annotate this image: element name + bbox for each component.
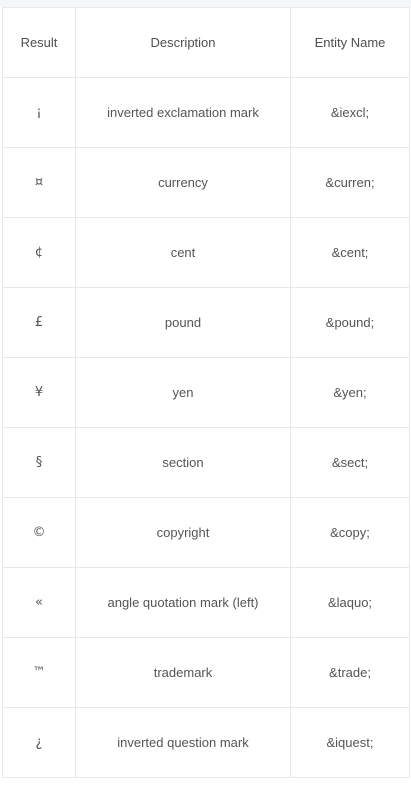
cell-result: « <box>2 567 76 638</box>
cell-result: § <box>2 427 76 498</box>
cell-description: pound <box>75 287 291 358</box>
cell-result: © <box>2 497 76 568</box>
cell-entity-name: &pound; <box>290 287 410 358</box>
table-row: § section &sect; <box>2 427 410 498</box>
header-description: Description <box>75 7 291 78</box>
table-row: ¢ cent &cent; <box>2 217 410 288</box>
cell-description: cent <box>75 217 291 288</box>
cell-description: section <box>75 427 291 498</box>
table-row: ™ trademark &trade; <box>2 637 410 708</box>
cell-description: copyright <box>75 497 291 568</box>
cell-result: ™ <box>2 637 76 708</box>
header-entity-name: Entity Name <box>290 7 410 78</box>
cell-entity-name: &copy; <box>290 497 410 568</box>
cell-description: yen <box>75 357 291 428</box>
top-strip <box>0 0 411 7</box>
table-row: « angle quotation mark (left) &laquo; <box>2 567 410 638</box>
page: Result Description Entity Name ¡ inverte… <box>0 0 411 795</box>
cell-entity-name: &sect; <box>290 427 410 498</box>
cell-entity-name: &iquest; <box>290 707 410 778</box>
cell-entity-name: &curren; <box>290 147 410 218</box>
cell-entity-name: &cent; <box>290 217 410 288</box>
table-header-row: Result Description Entity Name <box>2 7 410 78</box>
cell-description: trademark <box>75 637 291 708</box>
cell-description: angle quotation mark (left) <box>75 567 291 638</box>
cell-entity-name: &laquo; <box>290 567 410 638</box>
cell-description: inverted exclamation mark <box>75 77 291 148</box>
cell-result: ¢ <box>2 217 76 288</box>
table-row: ¤ currency &curren; <box>2 147 410 218</box>
header-result: Result <box>2 7 76 78</box>
cell-result: ¡ <box>2 77 76 148</box>
cell-description: inverted question mark <box>75 707 291 778</box>
cell-result: ¿ <box>2 707 76 778</box>
cell-entity-name: &yen; <box>290 357 410 428</box>
table-row: ¿ inverted question mark &iquest; <box>2 707 410 778</box>
table-row: ¥ yen &yen; <box>2 357 410 428</box>
table-row: £ pound &pound; <box>2 287 410 358</box>
cell-result: ¤ <box>2 147 76 218</box>
cell-result: £ <box>2 287 76 358</box>
cell-entity-name: &iexcl; <box>290 77 410 148</box>
entity-table: Result Description Entity Name ¡ inverte… <box>2 7 410 778</box>
cell-result: ¥ <box>2 357 76 428</box>
cell-entity-name: &trade; <box>290 637 410 708</box>
cell-description: currency <box>75 147 291 218</box>
table-row: © copyright &copy; <box>2 497 410 568</box>
table-row: ¡ inverted exclamation mark &iexcl; <box>2 77 410 148</box>
